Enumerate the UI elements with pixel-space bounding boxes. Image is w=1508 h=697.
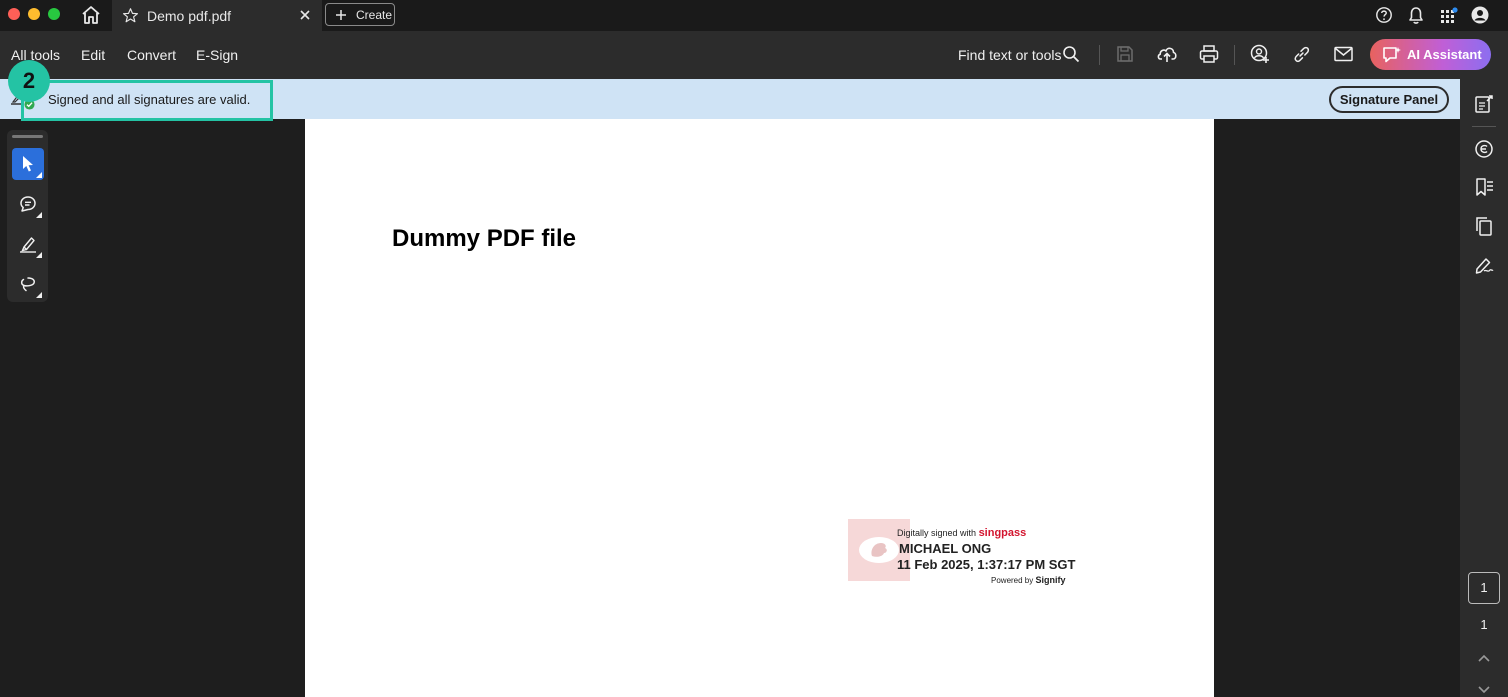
- print-icon[interactable]: [1199, 45, 1219, 63]
- plus-icon: [336, 10, 346, 20]
- comment-icon: [20, 196, 36, 212]
- lasso-draw-icon: [20, 277, 35, 292]
- document-tab[interactable]: Demo pdf.pdf: [112, 0, 322, 31]
- close-window-button[interactable]: [8, 8, 20, 20]
- toolbar-separator: [1234, 45, 1235, 65]
- mail-icon[interactable]: [1334, 46, 1353, 62]
- singpass-brand: singpass: [978, 527, 1027, 539]
- minimize-window-button[interactable]: [28, 8, 40, 20]
- signer-name: MICHAEL ONG: [899, 541, 992, 556]
- signature-date: 11 Feb 2025, 1:37:17 PM SGT: [897, 557, 1076, 572]
- zoom-window-button[interactable]: [48, 8, 60, 20]
- signify-brand: Signify: [1035, 575, 1066, 585]
- bookmark-list-icon[interactable]: [1474, 177, 1494, 197]
- share-user-icon[interactable]: [1250, 44, 1270, 64]
- find-text-or-tools[interactable]: Find text or tools: [958, 47, 1062, 63]
- signature-panel-button[interactable]: Signature Panel: [1329, 86, 1449, 113]
- select-tool-button[interactable]: [12, 148, 44, 180]
- upload-icon[interactable]: [1156, 44, 1178, 64]
- create-label: Create: [356, 8, 393, 22]
- ai-sparkle-icon: [1383, 47, 1401, 63]
- create-button[interactable]: Create: [325, 3, 395, 26]
- stamp-signed-with-line: Digitally signed with singpass: [897, 527, 1026, 539]
- fill-sign-icon[interactable]: [1474, 255, 1494, 275]
- menu-convert[interactable]: Convert: [127, 47, 176, 63]
- ai-assistant-label: AI Assistant: [1407, 47, 1482, 62]
- apps-grid-icon[interactable]: [1440, 7, 1458, 25]
- page-down-chevron-icon[interactable]: [1478, 686, 1490, 694]
- powered-by-text: Powered by: [991, 576, 1034, 585]
- draw-tool-button[interactable]: [12, 268, 44, 300]
- step-number-badge: 2: [8, 60, 50, 102]
- home-icon[interactable]: [80, 5, 102, 25]
- annotation-highlight-box: [21, 80, 273, 121]
- select-arrow-icon: [23, 156, 33, 172]
- search-icon[interactable]: [1062, 45, 1080, 63]
- star-icon[interactable]: [122, 7, 139, 24]
- close-tab-icon[interactable]: [298, 8, 312, 22]
- toolbar-separator: [1099, 45, 1100, 65]
- comment-tool-button[interactable]: [12, 188, 44, 220]
- digital-signature-stamp[interactable]: Digitally signed with singpass MICHAEL O…: [848, 519, 1078, 585]
- stamp-signed-with-text: Digitally signed with: [897, 528, 977, 538]
- powered-by-line: Powered by Signify: [991, 575, 1066, 585]
- help-icon[interactable]: [1375, 6, 1393, 24]
- comment-list-icon[interactable]: [1474, 139, 1494, 159]
- page-up-chevron-icon[interactable]: [1478, 654, 1490, 662]
- current-page-input[interactable]: 1: [1468, 572, 1500, 604]
- menu-e-sign[interactable]: E-Sign: [196, 47, 238, 63]
- edit-pdf-icon[interactable]: [1474, 94, 1494, 114]
- total-pages: 1: [1480, 617, 1488, 632]
- bell-icon[interactable]: [1407, 5, 1425, 25]
- menu-edit[interactable]: Edit: [81, 47, 105, 63]
- rail-separator: [1472, 126, 1496, 127]
- highlight-pen-icon: [20, 237, 36, 253]
- main-toolbar: All tools Edit Convert E-Sign Find text …: [0, 31, 1508, 79]
- profile-avatar-icon[interactable]: [1471, 6, 1489, 24]
- pdf-page: Dummy PDF file Digitally signed with sin…: [305, 119, 1214, 697]
- link-icon[interactable]: [1292, 45, 1311, 64]
- rail-drag-handle[interactable]: [12, 135, 43, 138]
- right-side-rail: 1 1: [1460, 79, 1508, 697]
- title-bar: Demo pdf.pdf Create: [0, 0, 1508, 31]
- save-icon[interactable]: [1116, 45, 1134, 63]
- pdf-heading: Dummy PDF file: [392, 225, 577, 252]
- left-tool-rail: [7, 130, 48, 302]
- pages-icon[interactable]: [1474, 216, 1494, 236]
- tab-title: Demo pdf.pdf: [147, 8, 232, 24]
- ai-assistant-button[interactable]: AI Assistant: [1370, 39, 1491, 70]
- highlight-tool-button[interactable]: [12, 228, 44, 260]
